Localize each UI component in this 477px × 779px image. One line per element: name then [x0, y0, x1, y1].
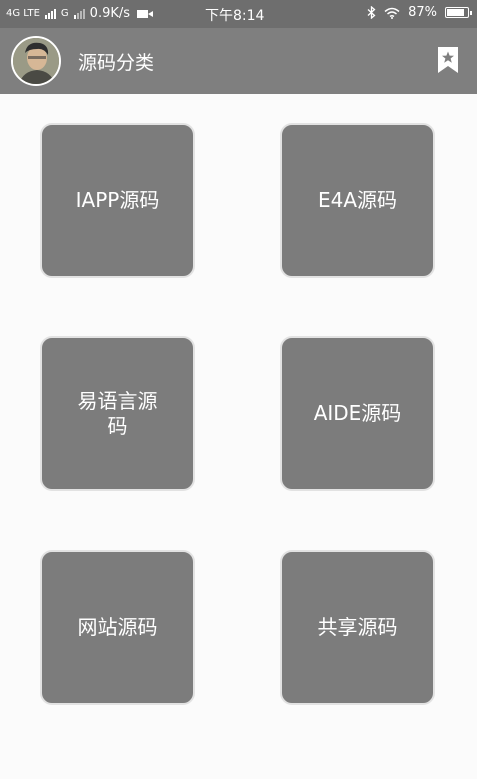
category-label: E4A源码 [317, 188, 398, 212]
page-title: 源码分类 [78, 52, 155, 74]
network-speed: 0.9K/s [89, 6, 131, 21]
category-tile-e4a[interactable]: E4A源码 [280, 123, 435, 278]
bookmark-star-icon [438, 47, 458, 73]
video-icon [137, 9, 154, 18]
category-label: 易语言源码 [77, 388, 158, 438]
category-label: 共享源码 [317, 615, 398, 639]
battery-level-fill [447, 9, 464, 16]
category-tile-yiyuyan[interactable]: 易语言源码 [40, 336, 195, 491]
app-bar: 源码分类 [0, 28, 477, 94]
status-time: 下午8:14 [205, 8, 265, 24]
bookmark-button[interactable] [437, 46, 459, 74]
signal-icon [44, 8, 56, 19]
wifi-icon [384, 7, 400, 19]
battery-icon [445, 7, 472, 18]
bluetooth-icon [367, 6, 376, 19]
network-type-label-2: G [60, 8, 69, 19]
battery-percentage: 87% [408, 5, 437, 20]
status-bar-left: 4G LTE G 0.9K/s [6, 6, 154, 21]
category-label: IAPP源码 [75, 188, 160, 212]
category-tile-website[interactable]: 网站源码 [40, 550, 195, 705]
category-label: 网站源码 [77, 615, 158, 639]
network-type-label: 4G LTE [6, 8, 40, 19]
status-bar: 4G LTE G 0.9K/s 下午8:14 87% [0, 0, 477, 28]
user-avatar[interactable] [11, 36, 61, 86]
category-label: AIDE源码 [313, 401, 402, 425]
category-tile-aide[interactable]: AIDE源码 [280, 336, 435, 491]
signal-icon-2 [73, 8, 85, 19]
status-bar-right: 87% [367, 5, 472, 20]
avatar-image [13, 38, 59, 84]
category-grid: IAPP源码 E4A源码 易语言源码 AIDE源码 网站源码 共享源码 [0, 94, 477, 779]
category-tile-shared[interactable]: 共享源码 [280, 550, 435, 705]
category-tile-iapp[interactable]: IAPP源码 [40, 123, 195, 278]
